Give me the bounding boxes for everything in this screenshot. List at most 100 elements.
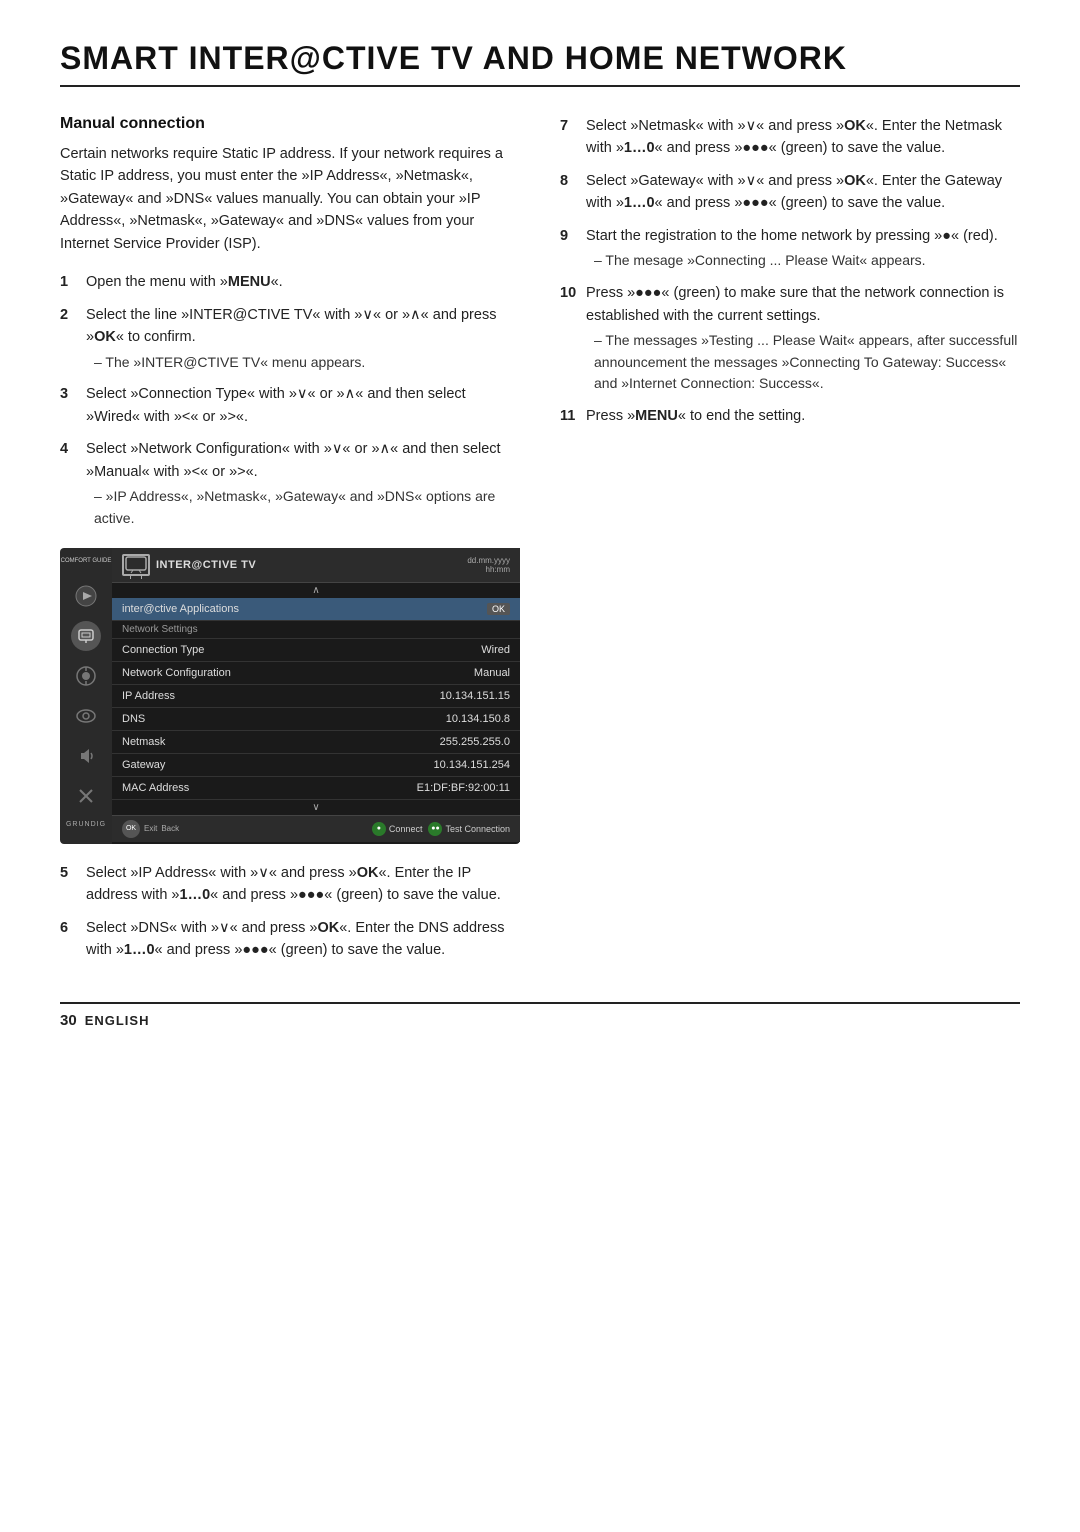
tv-main-title: INTER@CTIVE TV (156, 559, 256, 571)
connect-label: Connect (389, 824, 423, 834)
green-dot-connect: ● (372, 822, 386, 836)
green-dot-test: ●● (428, 822, 442, 836)
step-num-11: 11 (560, 405, 578, 427)
nav-ok-button: OK (122, 820, 140, 838)
tv-row-netmask: Netmask 255.255.255.0 (112, 731, 520, 754)
tv-footer: OK Exit Back ● Connect ●● Test Connectio… (112, 815, 520, 842)
steps-list-bottom: 5 Select »IP Address« with »∨« and press… (60, 862, 520, 962)
step-num-2: 2 (60, 304, 78, 374)
tv-value-network-config: Manual (474, 667, 510, 679)
tv-section-label-network: Network Settings (122, 624, 198, 635)
step-num-8: 8 (560, 170, 578, 215)
tv-sidebar: COMFORT GUIDE (60, 548, 112, 844)
step-10-note: – The messages »Testing ... Please Wait«… (586, 330, 1020, 395)
step-2-note: – The »INTER@CTIVE TV« menu appears. (86, 352, 520, 374)
footer-connect-btn: ● Connect (372, 822, 423, 836)
steps-list-left: 1 Open the menu with »MENU«. 2 Select th… (60, 271, 520, 529)
step-9-note: – The mesage »Connecting ... Please Wait… (586, 250, 1020, 272)
step-num-10: 10 (560, 282, 578, 395)
tv-row-interactive-apps: inter@ctive Applications OK (112, 598, 520, 621)
tv-nav-up: ∧ (112, 583, 520, 598)
footer-back-label: Back (161, 824, 179, 833)
tv-row-gateway: Gateway 10.134.151.254 (112, 754, 520, 777)
step-6: 6 Select »DNS« with »∨« and press »OK«. … (60, 917, 520, 962)
tv-label-gateway: Gateway (122, 759, 165, 771)
page-title: SMART INTER@CTIVE TV AND HOME NETWORK (60, 40, 1020, 87)
step-body-11: Press »MENU« to end the setting. (586, 405, 1020, 427)
step-body-8: Select »Gateway« with »∨« and press »OK«… (586, 170, 1020, 215)
step-body-2: Select the line »INTER@CTIVE TV« with »∨… (86, 304, 520, 374)
tv-label-netmask: Netmask (122, 736, 165, 748)
tv-row-network-settings-label: Network Settings (112, 621, 520, 639)
intro-paragraph: Certain networks require Static IP addre… (60, 143, 520, 255)
tv-value-dns: 10.134.150.8 (446, 713, 510, 725)
comfort-guide-label: COMFORT GUIDE (61, 558, 112, 565)
step-num-9: 9 (560, 225, 578, 272)
tv-time: dd.mm.yyyy hh:mm (467, 556, 510, 574)
tv-value-mac: E1:DF:BF:92:00:11 (417, 782, 510, 794)
tv-nav-down: ∨ (112, 800, 520, 815)
tv-row-mac: MAC Address E1:DF:BF:92:00:11 (112, 777, 520, 800)
steps-list-right: 7 Select »Netmask« with »∨« and press »O… (560, 115, 1020, 428)
step-body-6: Select »DNS« with »∨« and press »OK«. En… (86, 917, 520, 962)
page-number: 30 (60, 1012, 77, 1029)
tv-row-label-apps: inter@ctive Applications (122, 603, 239, 615)
step-body-4: Select »Network Configuration« with »∨« … (86, 438, 520, 529)
tv-label-mac: MAC Address (122, 782, 189, 794)
tv-label-dns: DNS (122, 713, 145, 725)
sidebar-icon-network (71, 621, 101, 651)
step-body-7: Select »Netmask« with »∨« and press »OK«… (586, 115, 1020, 160)
tv-value-gateway: 10.134.151.254 (434, 759, 510, 771)
tv-main-panel: INTER@CTIVE TV dd.mm.yyyy hh:mm ∧ inter@… (112, 548, 520, 844)
tv-label-ip: IP Address (122, 690, 175, 702)
tv-row-network-config: Network Configuration Manual (112, 662, 520, 685)
step-num-7: 7 (560, 115, 578, 160)
tv-value-netmask: 255.255.255.0 (440, 736, 510, 748)
sidebar-icon-eye (71, 701, 101, 731)
sidebar-icon-media (71, 581, 101, 611)
tv-icon-text: INTER@CTIVE TV (122, 554, 256, 576)
step-body-3: Select »Connection Type« with »∨« or »∧«… (86, 383, 520, 428)
step-body-9: Start the registration to the home netwo… (586, 225, 1020, 272)
step-num-5: 5 (60, 862, 78, 907)
tv-header: INTER@CTIVE TV dd.mm.yyyy hh:mm (112, 548, 520, 583)
step-num-3: 3 (60, 383, 78, 428)
section-title: Manual connection (60, 115, 520, 133)
step-4-note: – »IP Address«, »Netmask«, »Gateway« and… (86, 486, 520, 529)
step-num-6: 6 (60, 917, 78, 962)
step-2: 2 Select the line »INTER@CTIVE TV« with … (60, 304, 520, 374)
step-4: 4 Select »Network Configuration« with »∨… (60, 438, 520, 529)
step-5: 5 Select »IP Address« with »∨« and press… (60, 862, 520, 907)
step-3: 3 Select »Connection Type« with »∨« or »… (60, 383, 520, 428)
tv-row-ip-address: IP Address 10.134.151.15 (112, 685, 520, 708)
sidebar-icon-sound (71, 741, 101, 771)
tv-ok-badge: OK (487, 603, 510, 615)
sidebar-icon-tools (71, 781, 101, 811)
tv-value-ip: 10.134.151.15 (440, 690, 510, 702)
footer-test-btn: ●● Test Connection (428, 822, 510, 836)
tv-screen-wrapper: COMFORT GUIDE (60, 548, 520, 844)
tv-brand-icon (122, 554, 150, 576)
tv-value-connection-type: Wired (481, 644, 510, 656)
step-11: 11 Press »MENU« to end the setting. (560, 405, 1020, 427)
step-body-10: Press »●●●« (green) to make sure that th… (586, 282, 1020, 395)
step-body-1: Open the menu with »MENU«. (86, 271, 520, 293)
tv-row-connection-type: Connection Type Wired (112, 639, 520, 662)
step-1: 1 Open the menu with »MENU«. (60, 271, 520, 293)
step-body-5: Select »IP Address« with »∨« and press »… (86, 862, 520, 907)
footer-exit-label: Exit (144, 824, 157, 833)
step-7: 7 Select »Netmask« with »∨« and press »O… (560, 115, 1020, 160)
tv-label-network-config: Network Configuration (122, 667, 231, 679)
step-8: 8 Select »Gateway« with »∨« and press »O… (560, 170, 1020, 215)
grundig-label: GRUNDIG (66, 821, 106, 828)
page-footer: 30 ENGLISH (60, 1002, 1020, 1029)
tv-label-connection-type: Connection Type (122, 644, 204, 656)
step-num-4: 4 (60, 438, 78, 529)
test-label: Test Connection (445, 824, 510, 834)
step-10: 10 Press »●●●« (green) to make sure that… (560, 282, 1020, 395)
language-label: ENGLISH (85, 1013, 150, 1028)
sidebar-icon-apps (71, 661, 101, 691)
step-num-1: 1 (60, 271, 78, 293)
tv-footer-nav: OK Exit Back (122, 820, 179, 838)
tv-row-dns: DNS 10.134.150.8 (112, 708, 520, 731)
